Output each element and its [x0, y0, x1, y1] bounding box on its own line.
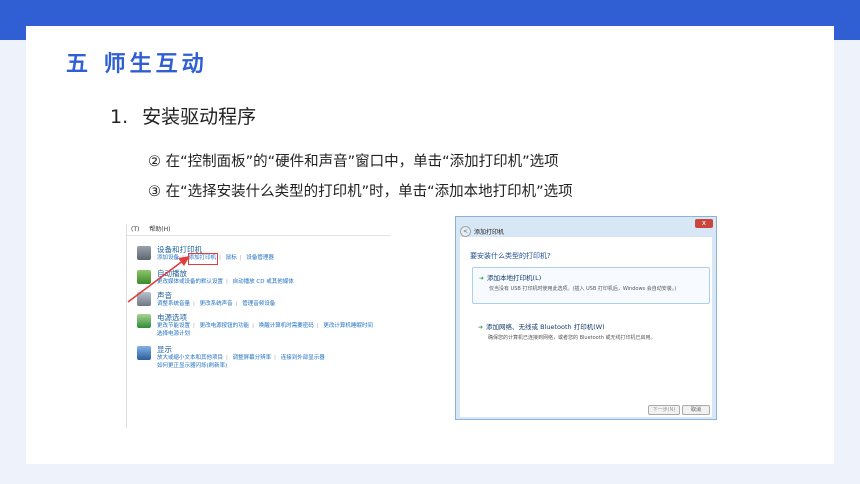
link-autoplay-cd[interactable]: 自动播放 CD 或其他媒体 — [233, 279, 294, 285]
close-icon[interactable]: x — [695, 219, 713, 228]
cancel-button[interactable]: 取消 — [682, 405, 710, 415]
option-add-local-printer[interactable]: ➜ 添加本地打印机(L) 仅当没有 USB 打印机时使用此选项。(插入 USB 打… — [472, 267, 710, 304]
option-network-label: 添加网络、无线或 Bluetooth 打印机(W) — [486, 323, 605, 331]
back-arrow-icon[interactable]: < — [460, 226, 471, 237]
display-icon — [137, 346, 151, 360]
green-arrow-icon: ➜ — [479, 275, 485, 282]
dialog-title: 添加打印机 — [474, 229, 505, 236]
green-arrow-icon: ➜ — [478, 324, 484, 331]
option-network-desc: 确保您的计算机已连接到网络，或者您的 Bluetooth 或无线打印机已启用。 — [488, 335, 656, 341]
link-mouse[interactable]: 鼠标 — [226, 255, 237, 261]
link-sleep-time[interactable]: 更改计算机睡眠时间 — [323, 323, 373, 329]
option-add-network-printer[interactable]: ➜ 添加网络、无线或 Bluetooth 打印机(W) 确保您的计算机已连接到网络… — [472, 317, 710, 353]
link-wake-password[interactable]: 唤醒计算机时需要密码 — [259, 323, 314, 329]
slide-subtitle: 1. 安装驱动程序 — [110, 102, 256, 129]
menu-tools[interactable]: (T) — [131, 226, 139, 233]
subtitle-text: 安装驱动程序 — [142, 106, 257, 128]
link-power-button[interactable]: 更改电源按钮的功能 — [200, 323, 250, 329]
link-change-sounds[interactable]: 更改系统声音 — [200, 301, 233, 307]
next-button[interactable]: 下一步(N) — [648, 405, 680, 415]
power-icon — [137, 314, 151, 328]
dialog-body: 要安装什么类型的打印机? ➜ 添加本地打印机(L) 仅当没有 USB 打印机时使用… — [460, 237, 712, 417]
link-device-manager[interactable]: 设备管理器 — [246, 255, 274, 261]
control-panel-menubar: (T) 帮助(H) — [127, 224, 391, 236]
link-resolution[interactable]: 调整屏幕分辨率 — [233, 355, 272, 361]
step-3-text: ③ 在“选择安装什么类型的打印机”时，单击“添加本地打印机”选项 — [148, 184, 573, 200]
subtitle-number: 1. — [110, 106, 129, 128]
link-power-saving[interactable]: 更改节能设置 — [157, 323, 190, 329]
link-flicker[interactable]: 如何更正显示器闪烁(刷新率) — [157, 363, 227, 369]
link-external-display[interactable]: 连接到外部显示器 — [281, 355, 325, 361]
step-2-text: ② 在“控制面板”的“硬件和声音”窗口中，单击“添加打印机”选项 — [148, 154, 559, 170]
add-printer-dialog: x < 添加打印机 要安装什么类型的打印机? ➜ 添加本地打印机(L) 仅当没有 … — [455, 216, 717, 420]
slide-title: 五 师生互动 — [66, 52, 208, 77]
dialog-question: 要安装什么类型的打印机? — [470, 252, 551, 260]
link-audio-devices[interactable]: 管理音频设备 — [242, 301, 275, 307]
red-arrow-icon — [127, 256, 190, 303]
link-power-plan[interactable]: 选择电源计划 — [157, 331, 190, 337]
option-local-desc: 仅当没有 USB 打印机时使用此选项。(插入 USB 打印机后，Windows … — [489, 286, 677, 292]
link-text-size[interactable]: 放大或缩小文本和其他项目 — [157, 355, 223, 361]
menu-help[interactable]: 帮助(H) — [149, 226, 170, 233]
option-local-label: 添加本地打印机(L) — [487, 274, 542, 282]
